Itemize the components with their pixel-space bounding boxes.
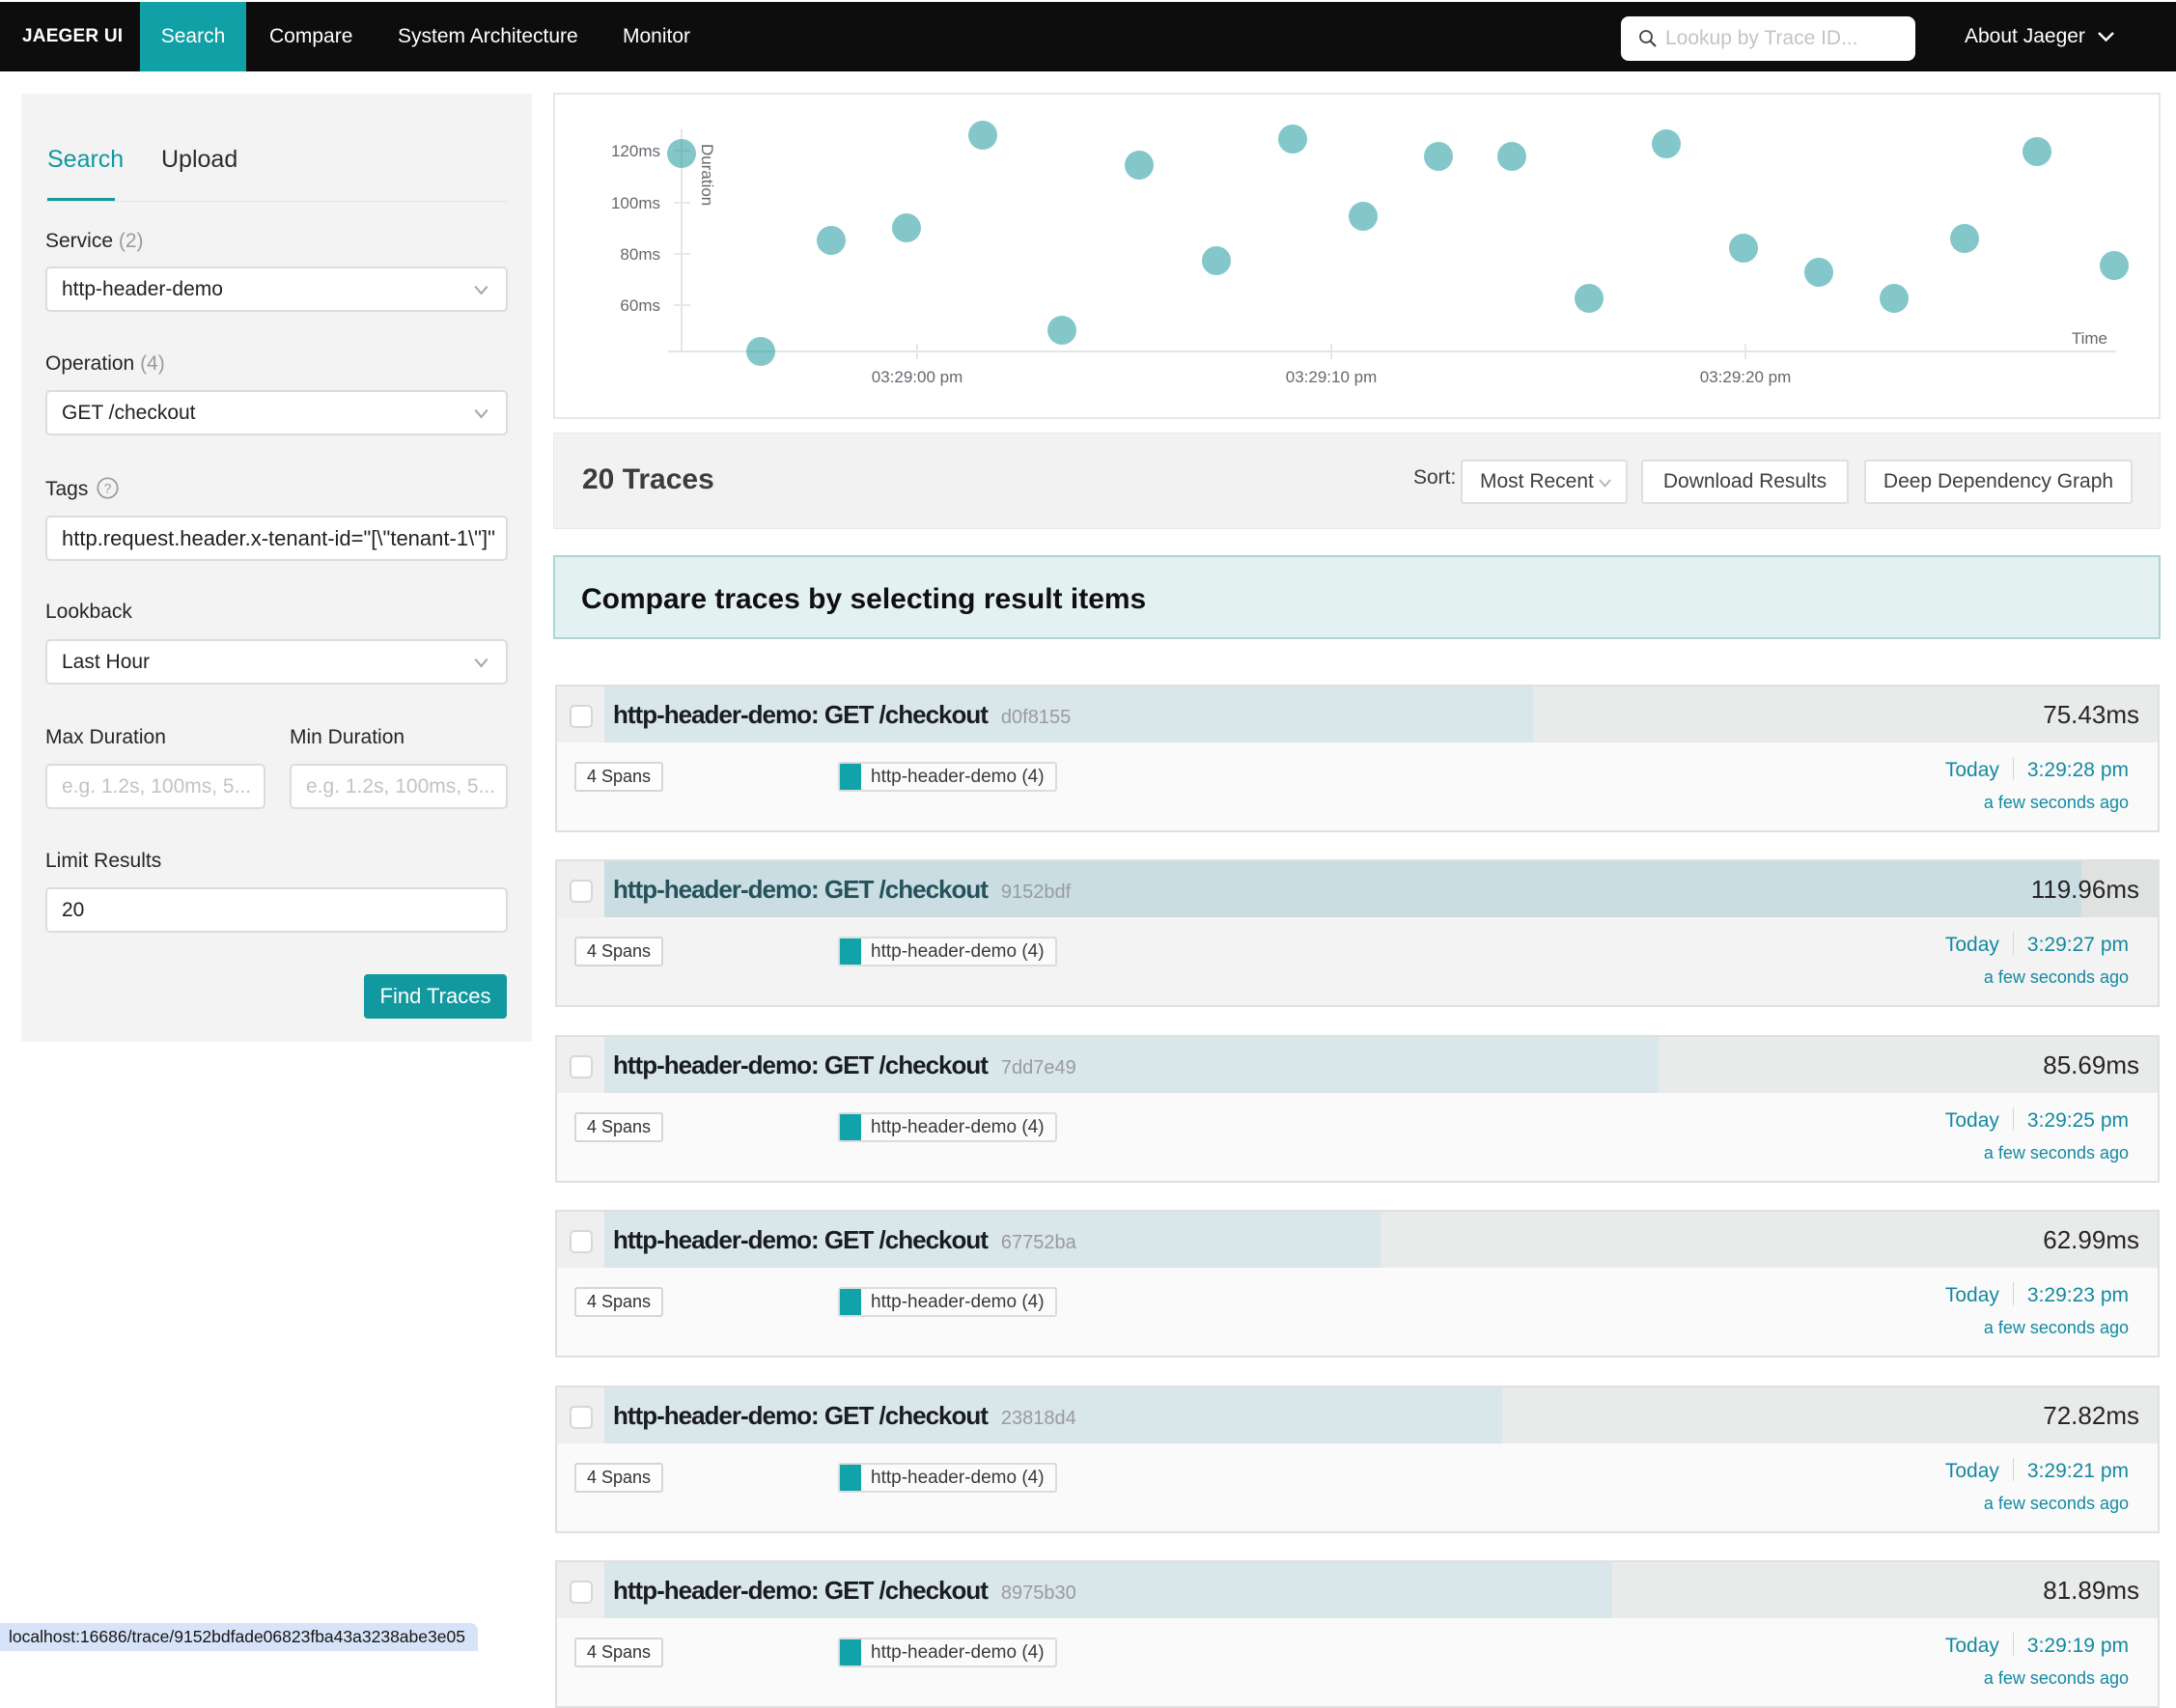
svg-text:80ms: 80ms [620,245,660,264]
svg-text:03:29:00 pm: 03:29:00 pm [872,368,963,386]
svg-text:Time: Time [2072,329,2107,348]
svg-text:?: ? [104,481,112,496]
svg-text:03:29:20 pm: 03:29:20 pm [1700,368,1792,386]
svg-text:Duration: Duration [698,144,716,206]
svg-text:120ms: 120ms [611,142,660,160]
svg-text:60ms: 60ms [620,296,660,315]
svg-text:03:29:10 pm: 03:29:10 pm [1286,368,1378,386]
svg-text:100ms: 100ms [611,194,660,212]
